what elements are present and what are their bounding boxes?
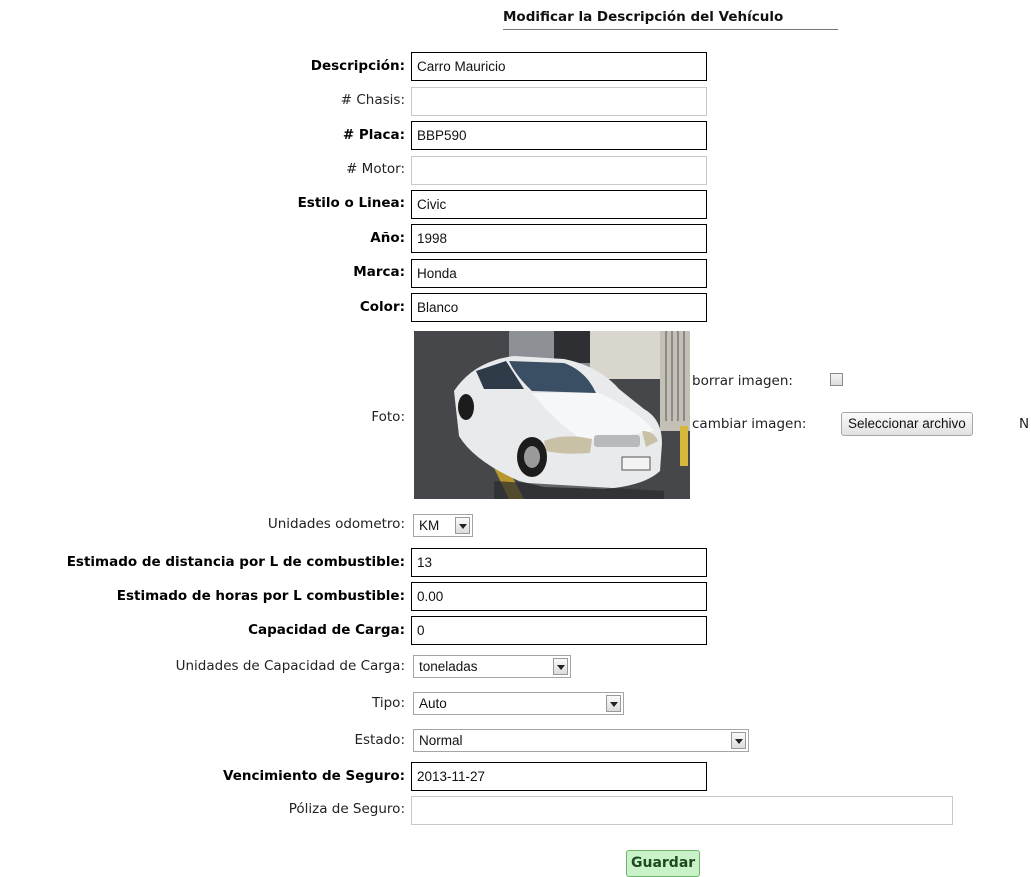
color-label: Color: — [359, 299, 405, 315]
chevron-down-icon — [606, 695, 621, 712]
poliza-seguro-input[interactable] — [411, 796, 953, 825]
motor-label: # Motor: — [346, 161, 405, 177]
poliza-seguro-label: Póliza de Seguro: — [288, 801, 405, 817]
chevron-down-icon — [553, 658, 568, 675]
unidades-odometro-value: KM — [419, 518, 440, 533]
capacidad-carga-input[interactable]: 0 — [411, 616, 707, 645]
seleccionar-archivo-button[interactable]: Seleccionar archivo — [841, 412, 973, 436]
guardar-button[interactable]: Guardar — [626, 850, 701, 877]
unidades-capacidad-value: toneladas — [419, 659, 478, 674]
borrar-imagen-label: borrar imagen: — [692, 373, 793, 389]
descripcion-input[interactable]: Carro Mauricio — [411, 52, 707, 81]
anio-input[interactable]: 1998 — [411, 224, 707, 253]
chasis-input[interactable] — [411, 87, 707, 116]
placa-label: # Placa: — [342, 127, 405, 143]
vencimiento-seguro-label: Vencimiento de Seguro: — [223, 768, 405, 784]
estimado-distancia-label: Estimado de distancia por L de combustib… — [66, 554, 405, 570]
descripcion-label: Descripción: — [310, 58, 405, 74]
foto-label: Foto: — [371, 409, 405, 425]
tipo-label: Tipo: — [372, 695, 405, 711]
estilo-input[interactable]: Civic — [411, 190, 707, 219]
cambiar-imagen-label: cambiar imagen: — [692, 416, 807, 432]
placa-input[interactable]: BBP590 — [411, 121, 707, 150]
unidades-odometro-select[interactable]: KM — [413, 514, 473, 537]
color-input[interactable]: Blanco — [411, 293, 707, 322]
motor-input[interactable] — [411, 156, 707, 185]
car-photo — [414, 331, 690, 499]
chevron-down-icon — [731, 732, 746, 749]
estimado-horas-input[interactable]: 0.00 — [411, 582, 707, 611]
title-underline — [503, 29, 838, 30]
no-file-text: N — [1019, 416, 1030, 432]
capacidad-carga-label: Capacidad de Carga: — [248, 622, 405, 638]
chasis-label: # Chasis: — [340, 92, 405, 108]
chevron-down-icon — [455, 517, 470, 534]
unidades-odometro-label: Unidades odometro: — [267, 516, 405, 532]
vencimiento-seguro-input[interactable]: 2013-11-27 — [411, 762, 707, 791]
page-title: Modificar la Descripción del Vehículo — [503, 9, 784, 25]
unidades-capacidad-select[interactable]: toneladas — [413, 655, 571, 678]
estado-value: Normal — [419, 733, 463, 748]
anio-label: Año: — [370, 230, 405, 246]
tipo-value: Auto — [419, 696, 447, 711]
unidades-capacidad-label: Unidades de Capacidad de Carga: — [175, 658, 405, 674]
estimado-horas-label: Estimado de horas por L combustible: — [116, 588, 405, 604]
estado-label: Estado: — [354, 732, 405, 748]
borrar-imagen-checkbox[interactable] — [830, 373, 843, 386]
estilo-label: Estilo o Linea: — [297, 195, 405, 211]
tipo-select[interactable]: Auto — [413, 692, 624, 715]
marca-input[interactable]: Honda — [411, 259, 707, 288]
estimado-distancia-input[interactable]: 13 — [411, 548, 707, 577]
marca-label: Marca: — [353, 264, 405, 280]
estado-select[interactable]: Normal — [413, 729, 749, 752]
